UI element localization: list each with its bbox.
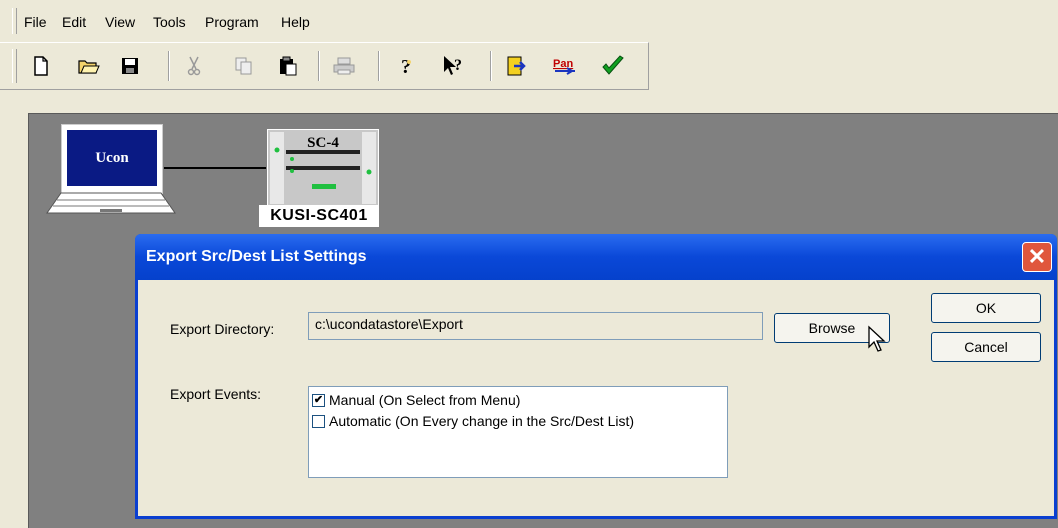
event-manual-label: Manual (On Select from Menu) xyxy=(329,392,521,408)
event-manual-option[interactable]: ✔ Manual (On Select from Menu) xyxy=(312,392,520,408)
laptop-screen: Ucon xyxy=(61,124,163,194)
export-directory-label: Export Directory: xyxy=(170,321,275,337)
dialog-body: Export Directory: c:\ucondatastore\Expor… xyxy=(138,280,1054,516)
export-directory-input[interactable]: c:\ucondatastore\Export xyxy=(308,312,763,340)
cut-icon[interactable] xyxy=(180,52,208,80)
toolbar-separator xyxy=(168,51,170,81)
cancel-button-label: Cancel xyxy=(964,339,1008,355)
pan-icon[interactable]: Pan xyxy=(551,52,579,80)
menu-file[interactable]: File xyxy=(24,14,47,30)
event-automatic-option[interactable]: Automatic (On Every change in the Src/De… xyxy=(312,413,634,429)
svg-text:?: ? xyxy=(454,57,462,74)
print-icon[interactable] xyxy=(330,52,358,80)
help-icon[interactable]: ? xyxy=(394,52,422,80)
toolbar: ? ? Pan xyxy=(0,42,649,90)
paste-icon[interactable] xyxy=(274,52,302,80)
new-icon[interactable] xyxy=(27,52,55,80)
menu-tools[interactable]: Tools xyxy=(153,14,186,30)
close-icon: ✕ xyxy=(1027,244,1047,269)
svg-text:?: ? xyxy=(401,56,411,77)
toolbar-separator xyxy=(490,51,492,81)
toolbar-separator xyxy=(378,51,380,81)
menu-edit[interactable]: Edit xyxy=(62,14,86,30)
laptop-keyboard-icon xyxy=(46,192,176,214)
manual-checkbox[interactable]: ✔ xyxy=(312,393,325,407)
close-button[interactable]: ✕ xyxy=(1022,242,1052,272)
export-events-label: Export Events: xyxy=(170,386,262,402)
menu-bar: File Edit View Tools Program Help xyxy=(0,0,1058,42)
menu-help[interactable]: Help xyxy=(281,14,310,30)
pan-icon-text: Pan xyxy=(553,58,573,70)
device-model-label: SC-4 xyxy=(307,135,339,151)
device-name-label: KUSI-SC401 xyxy=(259,205,379,227)
export-events-list: ✔ Manual (On Select from Menu) Automatic… xyxy=(308,386,728,478)
menu-view[interactable]: View xyxy=(105,14,135,30)
save-icon[interactable] xyxy=(116,52,144,80)
automatic-checkbox[interactable] xyxy=(312,414,325,428)
connection-line xyxy=(164,167,266,169)
mouse-cursor-icon xyxy=(868,325,886,352)
sc4-device[interactable]: SC-4 xyxy=(267,129,379,207)
menu-program[interactable]: Program xyxy=(205,14,259,30)
laptop-label: Ucon xyxy=(67,130,157,186)
check-icon[interactable] xyxy=(599,52,627,80)
copy-icon[interactable] xyxy=(230,52,258,80)
export-settings-dialog: Export Src/Dest List Settings ✕ Export D… xyxy=(135,234,1057,519)
browse-button-label: Browse xyxy=(808,320,856,336)
ok-button[interactable]: OK xyxy=(931,293,1041,323)
open-icon[interactable] xyxy=(75,52,103,80)
context-help-icon[interactable]: ? xyxy=(440,52,468,80)
event-automatic-label: Automatic (On Every change in the Src/De… xyxy=(329,413,635,429)
router-device-icon: SC-4 xyxy=(268,130,378,206)
menubar-grip xyxy=(12,8,17,34)
toolbar-separator xyxy=(318,51,320,81)
program-icon[interactable] xyxy=(503,52,531,80)
dialog-titlebar[interactable]: Export Src/Dest List Settings ✕ xyxy=(135,234,1057,280)
dialog-title: Export Src/Dest List Settings xyxy=(146,248,367,265)
toolbar-grip xyxy=(12,49,17,83)
ucon-laptop[interactable]: Ucon xyxy=(45,124,176,214)
ok-button-label: OK xyxy=(975,300,997,316)
cancel-button[interactable]: Cancel xyxy=(931,332,1041,362)
